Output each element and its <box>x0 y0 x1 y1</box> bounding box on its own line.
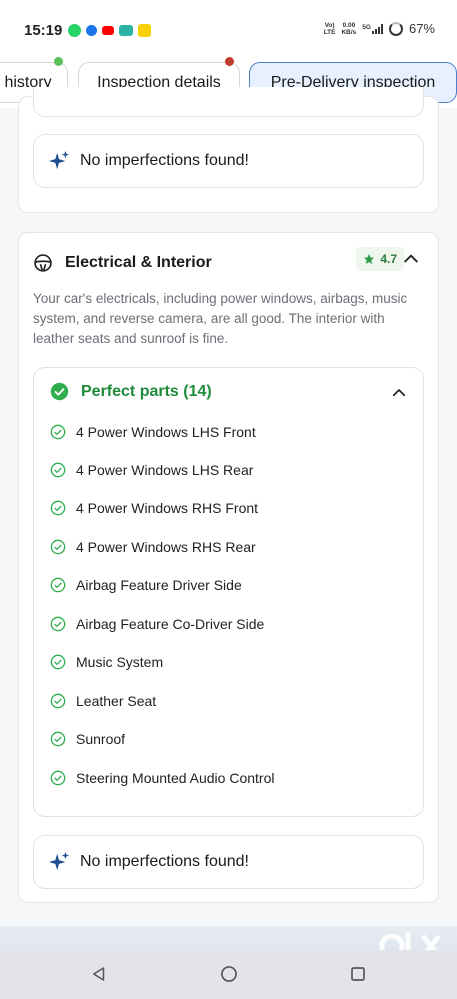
status-bar: 15:19 Vo) LTE 0.00 KB/s 5G 67% <box>0 0 457 62</box>
no-imperfections-box: No imperfections found! <box>33 835 424 889</box>
part-name: Leather Seat <box>76 693 157 709</box>
list-item: Music System <box>50 654 163 670</box>
check-circle-icon <box>50 500 66 516</box>
part-name: 4 Power Windows RHS Front <box>76 500 259 516</box>
check-circle-icon <box>50 731 66 747</box>
check-circle-icon <box>50 424 66 440</box>
check-circle-icon <box>50 539 66 555</box>
section-description: Your car's electricals, including power … <box>33 291 408 346</box>
signal-icon <box>371 23 383 34</box>
perfect-parts-header[interactable]: Perfect parts (14) <box>50 382 212 401</box>
sparkle-icon <box>48 150 70 170</box>
part-name: 4 Power Windows LHS Rear <box>76 462 254 478</box>
status-app-icons <box>68 24 151 37</box>
back-icon[interactable] <box>90 965 108 983</box>
perfect-parts-label: Perfect parts (14) <box>81 382 212 400</box>
no-imperfections-box: No imperfections found! <box>33 134 424 188</box>
network-type: 5G <box>362 23 383 34</box>
part-name: Airbag Feature Driver Side <box>76 577 242 593</box>
volte-indicator: Vo) LTE <box>323 21 336 36</box>
list-item: 4 Power Windows LHS Rear <box>50 462 253 478</box>
check-circle-icon <box>50 577 66 593</box>
speed-indicator: 0.00 KB/s <box>341 21 357 36</box>
previous-parts-box <box>33 87 424 117</box>
collapse-section-chevron-icon[interactable] <box>401 249 421 269</box>
list-item: Steering Mounted Audio Control <box>50 770 274 786</box>
tab-history-indicator <box>54 57 63 66</box>
list-item: Leather Seat <box>50 693 156 709</box>
part-name: 4 Power Windows RHS Rear <box>76 539 256 555</box>
list-item: Sunroof <box>50 731 125 747</box>
system-nav-bar <box>0 950 457 999</box>
check-circle-icon <box>50 693 66 709</box>
sparkle-icon <box>48 851 70 871</box>
messages-icon <box>86 25 97 36</box>
home-icon[interactable] <box>219 964 239 984</box>
star-icon <box>364 254 375 264</box>
part-name: Steering Mounted Audio Control <box>76 770 275 786</box>
status-indicators: Vo) LTE 0.00 KB/s 5G 67% <box>324 21 435 36</box>
list-item: Airbag Feature Driver Side <box>50 577 242 593</box>
inspection-content: No imperfections found! Electrical & Int… <box>0 87 457 943</box>
previous-section-card: No imperfections found! <box>18 87 439 213</box>
check-circle-icon <box>50 770 66 786</box>
no-imperfections-text: No imperfections found! <box>80 853 249 870</box>
tab-inspection-details-indicator <box>225 57 234 66</box>
steering-wheel-icon <box>34 254 52 272</box>
collapse-perfect-parts-chevron-icon[interactable] <box>390 384 408 402</box>
status-time: 15:19 <box>24 22 63 39</box>
rating-value: 4.7 <box>380 252 397 266</box>
check-circle-icon <box>50 462 66 478</box>
part-name: 4 Power Windows LHS Front <box>76 424 256 440</box>
list-item: 4 Power Windows RHS Front <box>50 500 258 516</box>
recents-icon[interactable] <box>349 965 367 983</box>
no-imperfections-text: No imperfections found! <box>80 152 249 169</box>
perfect-parts-box: Perfect parts (14) 4 Power Windows LHS F… <box>33 367 424 817</box>
list-item: Airbag Feature Co-Driver Side <box>50 616 264 632</box>
part-name: Music System <box>76 654 164 670</box>
battery-icon <box>388 21 403 36</box>
electrical-interior-card: Electrical & Interior 4.7 Your car's ele… <box>18 232 439 903</box>
check-circle-filled-icon <box>50 382 69 401</box>
check-circle-icon <box>50 654 66 670</box>
section-title: Electrical & Interior <box>65 254 212 271</box>
screen: 15:19 Vo) LTE 0.00 KB/s 5G 67% history I… <box>0 0 457 999</box>
rating-badge: 4.7 <box>356 247 404 271</box>
list-item: 4 Power Windows LHS Front <box>50 424 256 440</box>
app-icon <box>119 25 133 36</box>
youtube-icon <box>102 26 114 35</box>
check-circle-icon <box>50 616 66 632</box>
part-name: Sunroof <box>76 731 126 747</box>
flipkart-icon <box>138 24 151 37</box>
battery-percent: 67% <box>408 21 435 36</box>
part-name: Airbag Feature Co-Driver Side <box>76 616 265 632</box>
whatsapp-icon <box>68 24 81 37</box>
list-item: 4 Power Windows RHS Rear <box>50 539 256 555</box>
